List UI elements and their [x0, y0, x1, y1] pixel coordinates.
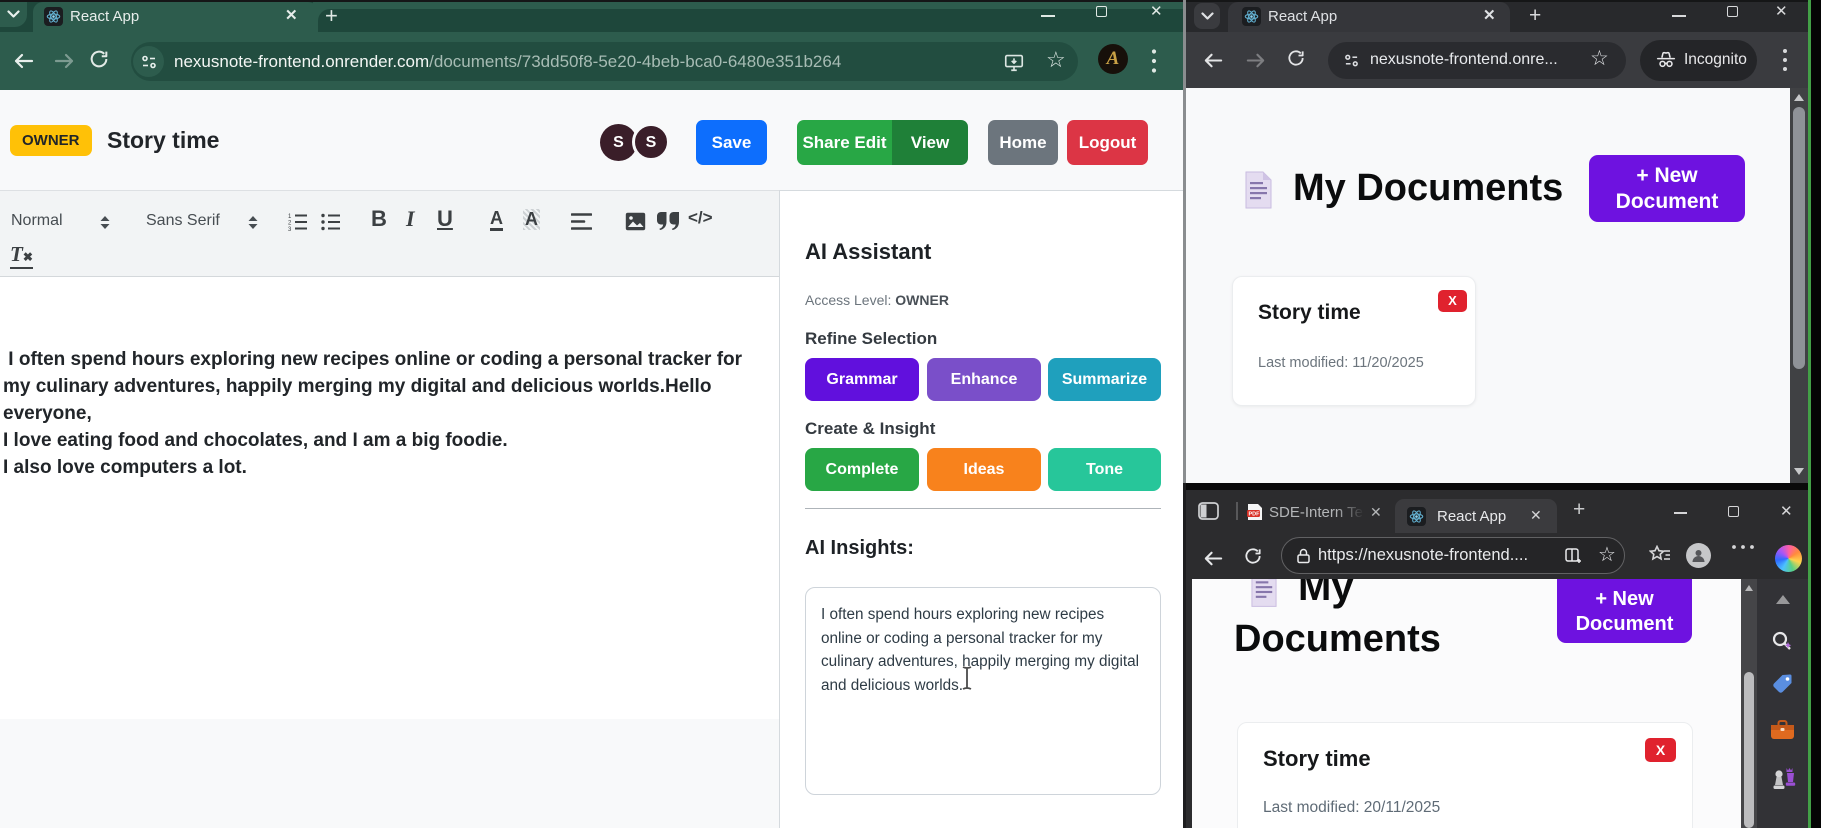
svg-text:PDF: PDF [1249, 512, 1261, 518]
svg-text:3: 3 [288, 227, 292, 232]
svg-text:1: 1 [288, 214, 292, 220]
svg-text:2: 2 [288, 221, 292, 227]
